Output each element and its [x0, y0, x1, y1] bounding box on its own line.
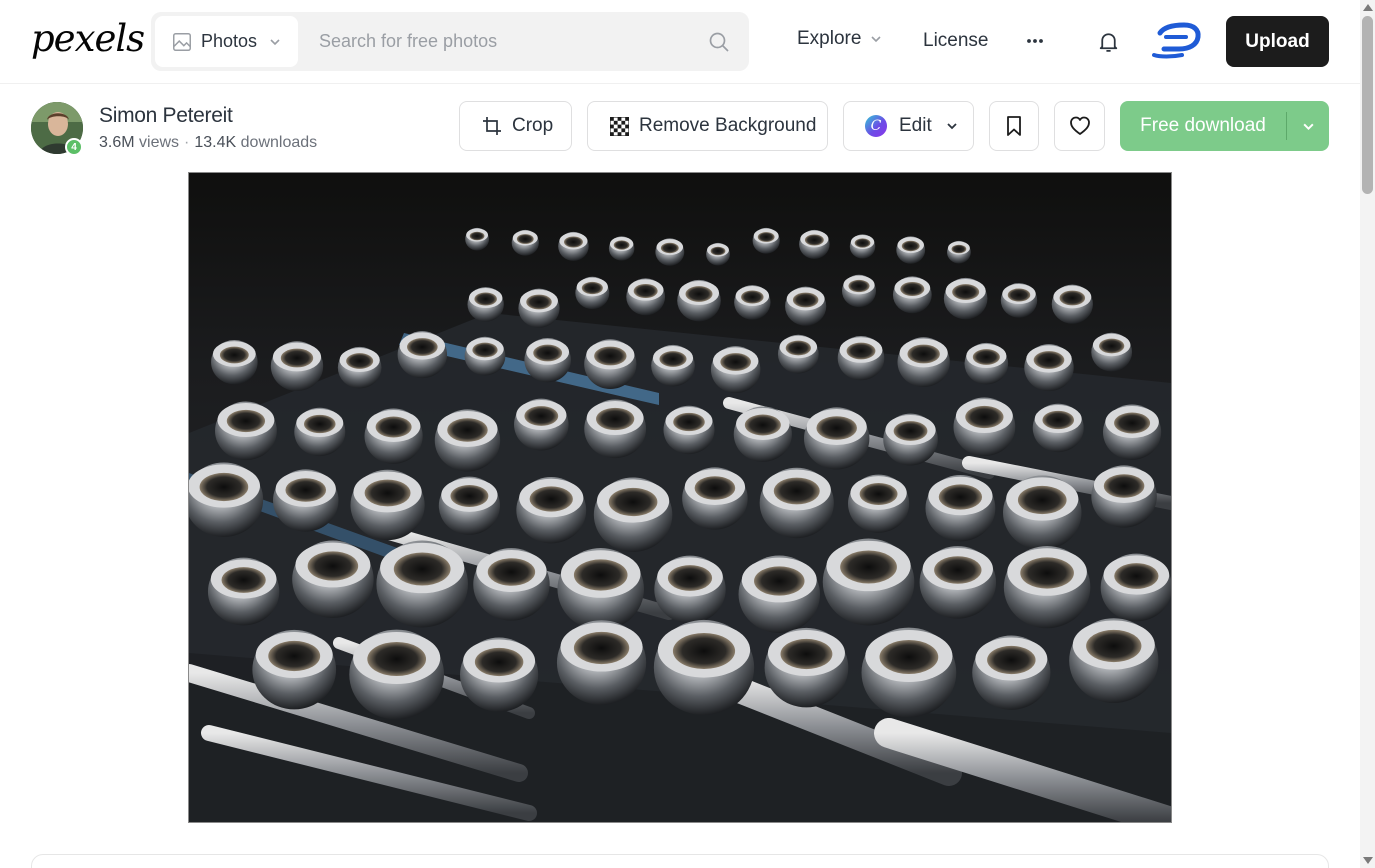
- upload-button[interactable]: Upload: [1226, 16, 1329, 67]
- search-type-dropdown[interactable]: Photos: [155, 16, 298, 67]
- author-stats: 3.6M views · 13.4K downloads: [99, 134, 317, 152]
- remove-background-button[interactable]: Remove Background: [587, 101, 828, 151]
- stats-separator: ·: [184, 134, 190, 151]
- search-type-label: Photos: [201, 31, 258, 51]
- checkerboard-icon: [610, 116, 629, 136]
- top-navigation: pexels Photos Explore License Upload: [0, 0, 1360, 84]
- remove-background-label: Remove Background: [639, 115, 817, 136]
- bookmark-button[interactable]: [989, 101, 1039, 151]
- chevron-down-icon: [1302, 123, 1314, 130]
- photo-illustration: [189, 173, 1171, 822]
- heart-icon: [1069, 116, 1090, 135]
- canva-icon: C: [865, 115, 887, 137]
- explore-menu[interactable]: Explore: [797, 28, 882, 50]
- scroll-thumb[interactable]: [1362, 16, 1373, 194]
- explore-label: Explore: [797, 28, 862, 49]
- pexels-logo[interactable]: pexels: [31, 14, 145, 64]
- author-level-badge: 4: [65, 138, 83, 156]
- free-download-button[interactable]: Free download: [1120, 101, 1286, 151]
- crop-button[interactable]: Crop: [459, 101, 572, 151]
- views-count: 3.6M: [99, 134, 135, 151]
- free-download-button-group: Free download: [1120, 101, 1329, 151]
- page-scrollbar[interactable]: [1360, 0, 1375, 868]
- like-button[interactable]: [1054, 101, 1105, 151]
- user-avatar-icon[interactable]: [1152, 21, 1202, 61]
- scroll-up-arrow[interactable]: [1363, 4, 1373, 11]
- bell-icon[interactable]: [1096, 29, 1121, 54]
- crop-label: Crop: [512, 115, 554, 136]
- license-link[interactable]: License: [923, 30, 989, 52]
- bookmark-icon: [1007, 116, 1021, 136]
- search-icon[interactable]: [707, 30, 731, 54]
- main-photo[interactable]: [188, 172, 1172, 823]
- chevron-down-icon: [947, 123, 957, 130]
- downloads-label: downloads: [240, 134, 318, 151]
- search-input[interactable]: [319, 25, 699, 57]
- chevron-down-icon: [270, 38, 280, 45]
- edit-label: Edit: [899, 115, 932, 136]
- photo-details-card: [31, 854, 1329, 868]
- downloads-count: 13.4K: [194, 134, 237, 151]
- chevron-down-icon: [871, 36, 881, 43]
- crop-icon: [483, 117, 501, 135]
- search-bar: Photos: [151, 12, 749, 71]
- views-label: views: [139, 134, 180, 151]
- author-name[interactable]: Simon Petereit: [99, 104, 233, 128]
- photo-icon: [173, 32, 191, 51]
- download-options-button[interactable]: [1287, 101, 1329, 151]
- more-dots-icon[interactable]: [1022, 28, 1048, 54]
- edit-button[interactable]: C Edit: [843, 101, 974, 151]
- scroll-down-arrow[interactable]: [1363, 857, 1373, 864]
